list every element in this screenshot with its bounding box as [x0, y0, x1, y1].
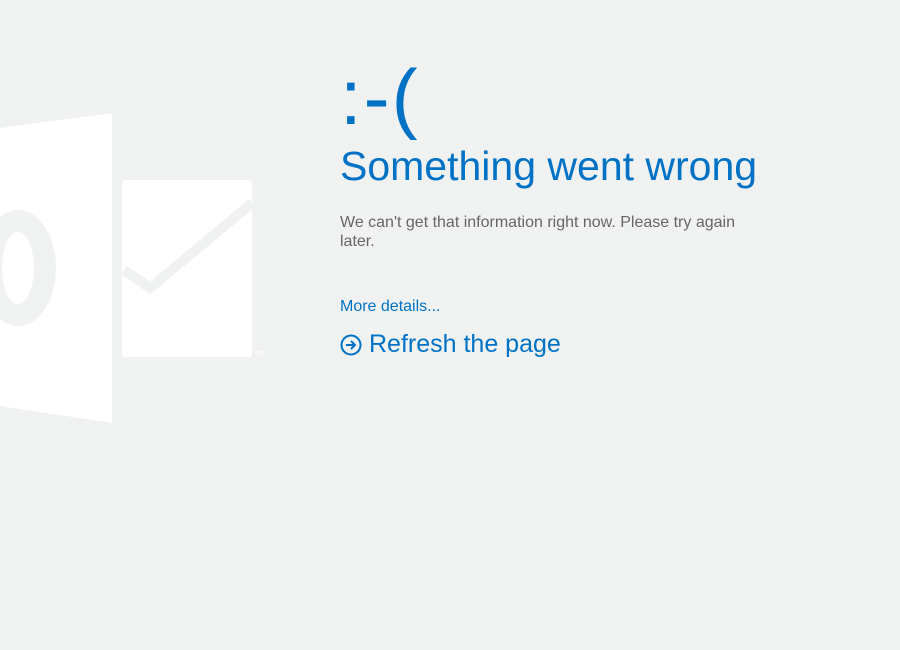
- arrow-circle-right-icon: [340, 334, 362, 356]
- refresh-page-button[interactable]: Refresh the page: [340, 330, 760, 358]
- trademark-text: TM: [254, 351, 264, 358]
- outlook-logo-icon: TM: [0, 113, 264, 423]
- error-title: Something went wrong: [340, 143, 758, 189]
- refresh-page-label: Refresh the page: [369, 330, 561, 358]
- error-page: TM :-( Something went wrong We can't get…: [0, 0, 900, 650]
- more-details-link[interactable]: More details...: [340, 298, 440, 316]
- error-message: We can't get that information right now.…: [340, 214, 735, 250]
- sad-face-emoticon: :-(: [340, 53, 420, 141]
- error-content: :-( Something went wrong We can't get th…: [340, 52, 760, 358]
